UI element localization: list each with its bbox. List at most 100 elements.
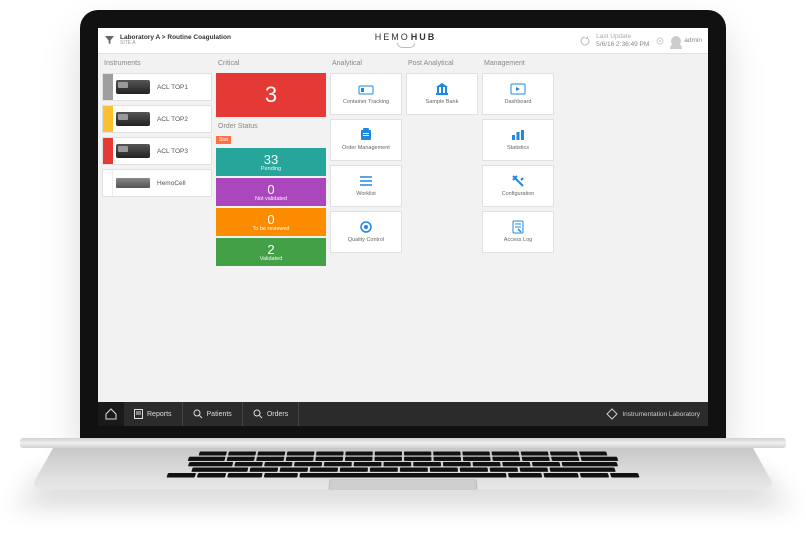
vendor-brand: Instrumentation Laboratory [598,408,708,420]
tile-label: Configuration [500,191,537,197]
settings-icon[interactable] [655,36,665,46]
order-status-item[interactable]: 0 Not validated [216,178,326,206]
post-analytical-header: Post Analytical [406,58,478,69]
status-stripe [103,170,113,196]
home-icon [105,408,117,420]
tile-label: Sample Bank [424,99,461,105]
management-header: Management [482,58,554,69]
order-status-list: 33 Pending 0 Not validated 0 To be revie… [216,148,326,266]
tile-sample-bank[interactable]: Sample Bank [406,73,478,115]
screen-bezel: Laboratory A > Routine Coagulation SITE … [80,10,726,440]
tile-label: Container Tracking [341,99,391,105]
search-icon [253,409,263,419]
instrument-item[interactable]: ACL TOP1 [102,73,212,101]
order-status-label: Pending [261,166,281,172]
breadcrumb: Laboratory A > Routine Coagulation [120,34,231,41]
access-log-icon [510,220,526,234]
nav-label: Patients [207,411,232,418]
instrument-label: ACL TOP1 [153,84,211,91]
qc-icon [358,220,374,234]
breadcrumb-block[interactable]: Laboratory A > Routine Coagulation SITE … [120,34,231,47]
order-status-item[interactable]: 2 Validated [216,238,326,266]
app-logo: HEMO HUB [375,33,437,48]
brand-label: Instrumentation Laboratory [622,411,700,418]
order-status-item[interactable]: 33 Pending [216,148,326,176]
order-status-value: 33 [264,153,278,166]
tile-dashboard[interactable]: Dashboard [482,73,554,115]
tile-configuration[interactable]: Configuration [482,165,554,207]
tile-quality-control[interactable]: Quality Control [330,211,402,253]
instrument-thumb [113,106,153,132]
order-status-value: 0 [267,213,274,226]
analytical-header: Analytical [330,58,402,69]
order-status-value: 2 [267,243,274,256]
instrument-thumb [113,74,153,100]
stat-tag[interactable]: Stat [216,136,231,144]
app-screen: Laboratory A > Routine Coagulation SITE … [98,28,708,426]
tile-label: Order Management [340,145,392,151]
user-icon [671,36,681,46]
laptop-mockup: Laboratory A > Routine Coagulation SITE … [0,0,806,552]
logo-arc-icon [397,43,415,48]
bank-icon [434,82,450,96]
worklist-icon [358,174,374,188]
logo-text-bottom: HUB [411,33,437,42]
tile-label: Statistics [505,145,531,151]
tile-label: Dashboard [503,99,534,105]
instrument-label: ACL TOP2 [153,116,211,123]
tile-label: Access Log [502,237,534,243]
instrument-item[interactable]: HemoCell [102,169,212,197]
user-menu[interactable]: admin [671,36,702,46]
instrument-thumb [113,170,153,196]
tile-access-log[interactable]: Access Log [482,211,554,253]
tile-label: Worklist [354,191,377,197]
tile-order-management[interactable]: Order Management [330,119,402,161]
post-analytical-column: Post Analytical Sample Bank [406,58,478,398]
last-update-label: Last Update [596,33,631,40]
bottom-nav: Reports Patients Orders Instrumentation … [98,402,708,426]
search-icon [193,409,203,419]
nav-reports[interactable]: Reports [124,402,183,426]
nav-patients[interactable]: Patients [183,402,243,426]
instruments-header: Instruments [102,58,212,69]
trackpad [328,479,477,489]
breadcrumb-sub: SITE A [120,41,231,47]
keyboard-deck [30,448,776,490]
last-update-value: 5/6/16 2:36:49 PM [596,41,649,48]
brand-icon [606,408,618,420]
main-content: Instruments ACL TOP1 ACL TOP2 A [98,54,708,402]
critical-header: Critical [216,58,326,69]
critical-value: 3 [265,82,277,108]
order-mgmt-icon [358,128,374,142]
filter-icon[interactable] [104,36,114,46]
order-status-item[interactable]: 0 To be reviewed [216,208,326,236]
order-status-label: To be reviewed [253,226,290,232]
tile-worklist[interactable]: Worklist [330,165,402,207]
critical-count[interactable]: 3 [216,73,326,117]
top-bar: Laboratory A > Routine Coagulation SITE … [98,28,708,54]
refresh-icon[interactable] [580,36,590,46]
order-status-label: Not validated [255,196,287,202]
tile-label: Quality Control [346,237,386,243]
nav-orders[interactable]: Orders [243,402,299,426]
status-column: Critical 3 Order Status Stat 33 Pending … [216,58,326,398]
instrument-item[interactable]: ACL TOP3 [102,137,212,165]
tile-statistics[interactable]: Statistics [482,119,554,161]
instruments-column: Instruments ACL TOP1 ACL TOP2 A [102,58,212,398]
statistics-icon [510,128,526,142]
status-stripe [103,74,113,100]
logo-text-top: HEMO [375,33,410,42]
tile-container-tracking[interactable]: Container Tracking [330,73,402,115]
nav-label: Orders [267,411,288,418]
container-icon [358,82,374,96]
configuration-icon [510,174,526,188]
home-button[interactable] [98,402,124,426]
laptop-base [20,438,786,528]
analytical-column: Analytical Container Tracking Order Mana… [330,58,402,398]
dashboard-icon [510,82,526,96]
instrument-thumb [113,138,153,164]
instrument-item[interactable]: ACL TOP2 [102,105,212,133]
last-update: Last Update 5/6/16 2:36:49 PM [596,33,649,47]
management-column: Management Dashboard Statistics Configur… [482,58,554,398]
order-status-value: 0 [267,183,274,196]
